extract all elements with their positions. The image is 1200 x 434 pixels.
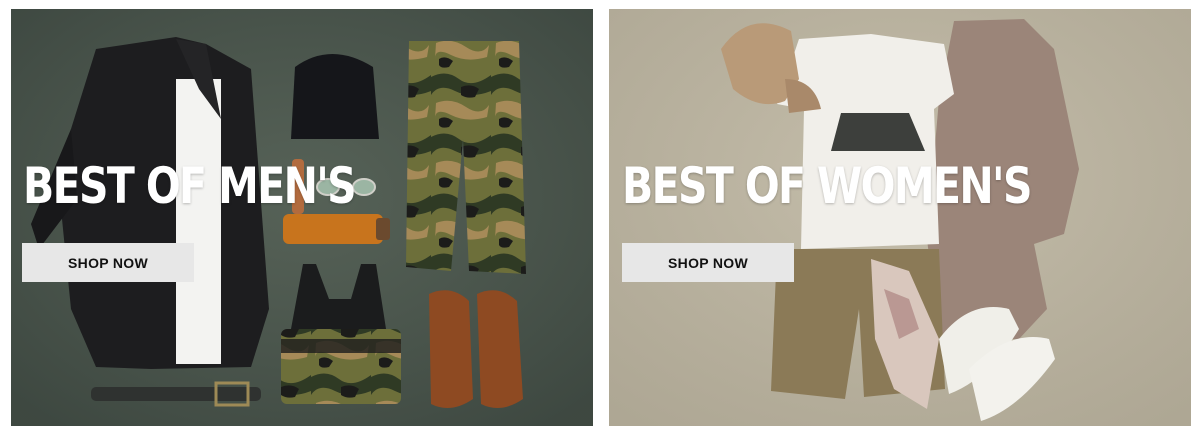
- mens-promo-card[interactable]: BEST OF MEN'S SHOP NOW: [11, 9, 593, 426]
- womens-headline: BEST OF WOMEN'S: [622, 157, 1032, 215]
- mens-flatlay-photo: [11, 9, 593, 426]
- womens-promo-card[interactable]: BEST OF WOMEN'S SHOP NOW: [609, 9, 1191, 426]
- mens-headline: BEST OF MEN'S: [23, 157, 357, 215]
- shop-mens-button[interactable]: SHOP NOW: [22, 243, 194, 282]
- womens-flatlay-photo: [609, 9, 1191, 426]
- shop-womens-button[interactable]: SHOP NOW: [622, 243, 794, 282]
